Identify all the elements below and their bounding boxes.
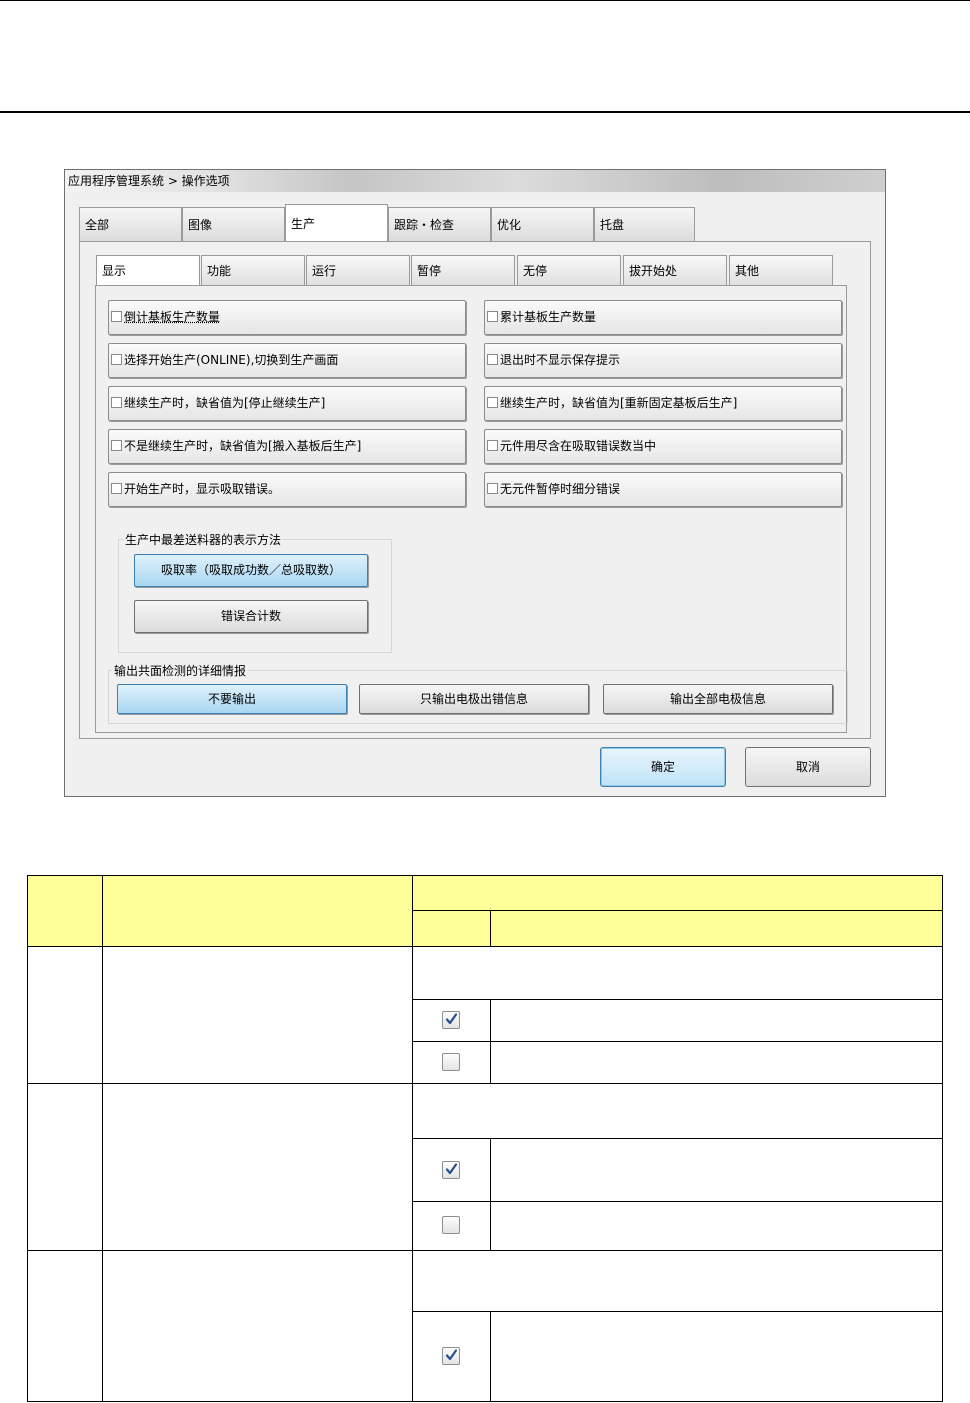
row-1-desc-off bbox=[490, 1041, 943, 1084]
row-3-no bbox=[27, 1250, 103, 1402]
checked-checkbox-icon bbox=[442, 1011, 460, 1029]
checkbox-icon[interactable] bbox=[111, 483, 122, 494]
tab-all[interactable]: 全部 bbox=[79, 207, 182, 241]
tab-image[interactable]: 图像 bbox=[182, 207, 285, 241]
option-continue-default-stop[interactable]: 继续生产时，缺省值为[停止继续生产] bbox=[108, 386, 466, 421]
option-continue-default-refix[interactable]: 继续生产时，缺省值为[重新固定基板后生产] bbox=[484, 386, 842, 421]
header-cell-check bbox=[412, 910, 491, 947]
checkbox-icon[interactable] bbox=[111, 311, 122, 322]
ok-button[interactable]: 确定 bbox=[600, 747, 726, 787]
subtab-nonstop[interactable]: 无停 bbox=[517, 255, 621, 285]
row-2-desc-off bbox=[490, 1201, 943, 1251]
worst-feeder-group-label: 生产中最差送料器的表示方法 bbox=[123, 531, 284, 548]
row-2-setting bbox=[412, 1083, 943, 1139]
subtab-start-position[interactable]: 拔开始处 bbox=[623, 255, 727, 285]
unchecked-checkbox-icon bbox=[442, 1216, 460, 1234]
row-1-no bbox=[27, 946, 103, 1084]
display-subtab-panel: 倒计基板生产数量 选择开始生产(ONLINE),切换到生产画面 继续生产时，缺省… bbox=[95, 285, 848, 733]
row-2-item bbox=[102, 1083, 413, 1251]
option-no-component-pause-detail-error[interactable]: 无元件暂停时细分错误 bbox=[484, 472, 842, 507]
header-cell-no bbox=[27, 875, 103, 947]
row-1-desc-on bbox=[490, 999, 943, 1042]
header-cell-setting bbox=[412, 875, 943, 911]
row-3-desc-on bbox=[490, 1311, 943, 1402]
dialog-title: 应用程序管理系统 > 操作选项 bbox=[65, 170, 885, 192]
checkbox-icon[interactable] bbox=[487, 311, 498, 322]
row-1-setting bbox=[412, 946, 943, 1000]
header-separator bbox=[0, 111, 970, 113]
checkbox-icon[interactable] bbox=[111, 354, 122, 365]
checkbox-icon[interactable] bbox=[111, 440, 122, 451]
no-output-button[interactable]: 不要输出 bbox=[117, 684, 347, 714]
option-component-empty-in-error-count[interactable]: 元件用尽含在吸取错误数当中 bbox=[484, 429, 842, 464]
option-show-pickup-error[interactable]: 开始生产时，显示吸取错误。 bbox=[108, 472, 466, 507]
tab-tray[interactable]: 托盘 bbox=[594, 207, 695, 241]
unchecked-checkbox-icon bbox=[442, 1053, 460, 1071]
row-2-no bbox=[27, 1083, 103, 1251]
checked-checkbox-icon bbox=[442, 1347, 460, 1365]
option-countdown-board-count[interactable]: 倒计基板生产数量 bbox=[108, 300, 466, 335]
subtab-other[interactable]: 其他 bbox=[729, 255, 833, 285]
row-3-item bbox=[102, 1250, 413, 1402]
coplanarity-group-label: 输出共面检测的详细情报 bbox=[112, 662, 249, 679]
pickup-rate-button[interactable]: 吸取率（吸取成功数／总吸取数） bbox=[134, 554, 368, 587]
row-3-setting bbox=[412, 1250, 943, 1312]
checkbox-icon[interactable] bbox=[487, 397, 498, 408]
checked-checkbox-icon bbox=[442, 1161, 460, 1179]
output-all-electrode-button[interactable]: 输出全部电极信息 bbox=[603, 684, 833, 714]
tab-trace-inspect[interactable]: 跟踪・检查 bbox=[388, 207, 491, 241]
checkbox-icon[interactable] bbox=[487, 354, 498, 365]
row-2-desc-on bbox=[490, 1138, 943, 1202]
subtab-run[interactable]: 运行 bbox=[306, 255, 410, 285]
row-1-item bbox=[102, 946, 413, 1084]
cancel-button[interactable]: 取消 bbox=[745, 747, 871, 787]
tab-production[interactable]: 生产 bbox=[285, 204, 388, 242]
output-electrode-error-button[interactable]: 只输出电极出错信息 bbox=[359, 684, 589, 714]
error-total-button[interactable]: 错误合计数 bbox=[134, 600, 368, 633]
checkbox-icon[interactable] bbox=[111, 397, 122, 408]
header-cell-description bbox=[490, 910, 943, 947]
checkbox-icon[interactable] bbox=[487, 483, 498, 494]
option-switch-to-production-screen[interactable]: 选择开始生产(ONLINE),切换到生产画面 bbox=[108, 343, 466, 378]
option-no-save-prompt-on-exit[interactable]: 退出时不显示保存提示 bbox=[484, 343, 842, 378]
option-not-continue-default-load[interactable]: 不是继续生产时，缺省值为[搬入基板后生产] bbox=[108, 429, 466, 464]
subtab-display[interactable]: 显示 bbox=[96, 255, 200, 285]
option-accumulate-board-count[interactable]: 累计基板生产数量 bbox=[484, 300, 842, 335]
header-cell-item bbox=[102, 875, 413, 947]
subtab-pause[interactable]: 暂停 bbox=[411, 255, 515, 285]
tab-optimize[interactable]: 优化 bbox=[491, 207, 594, 241]
operation-options-dialog: 应用程序管理系统 > 操作选项 全部 图像 生产 跟踪・检查 优化 托盘 显示 … bbox=[64, 169, 886, 797]
checkbox-icon[interactable] bbox=[487, 440, 498, 451]
header-rule bbox=[0, 0, 970, 1]
settings-table bbox=[27, 875, 943, 1402]
production-tab-panel: 显示 功能 运行 暂停 无停 拔开始处 其他 倒计基板生产数量 选择开始生产(O… bbox=[79, 241, 871, 739]
subtab-function[interactable]: 功能 bbox=[201, 255, 305, 285]
